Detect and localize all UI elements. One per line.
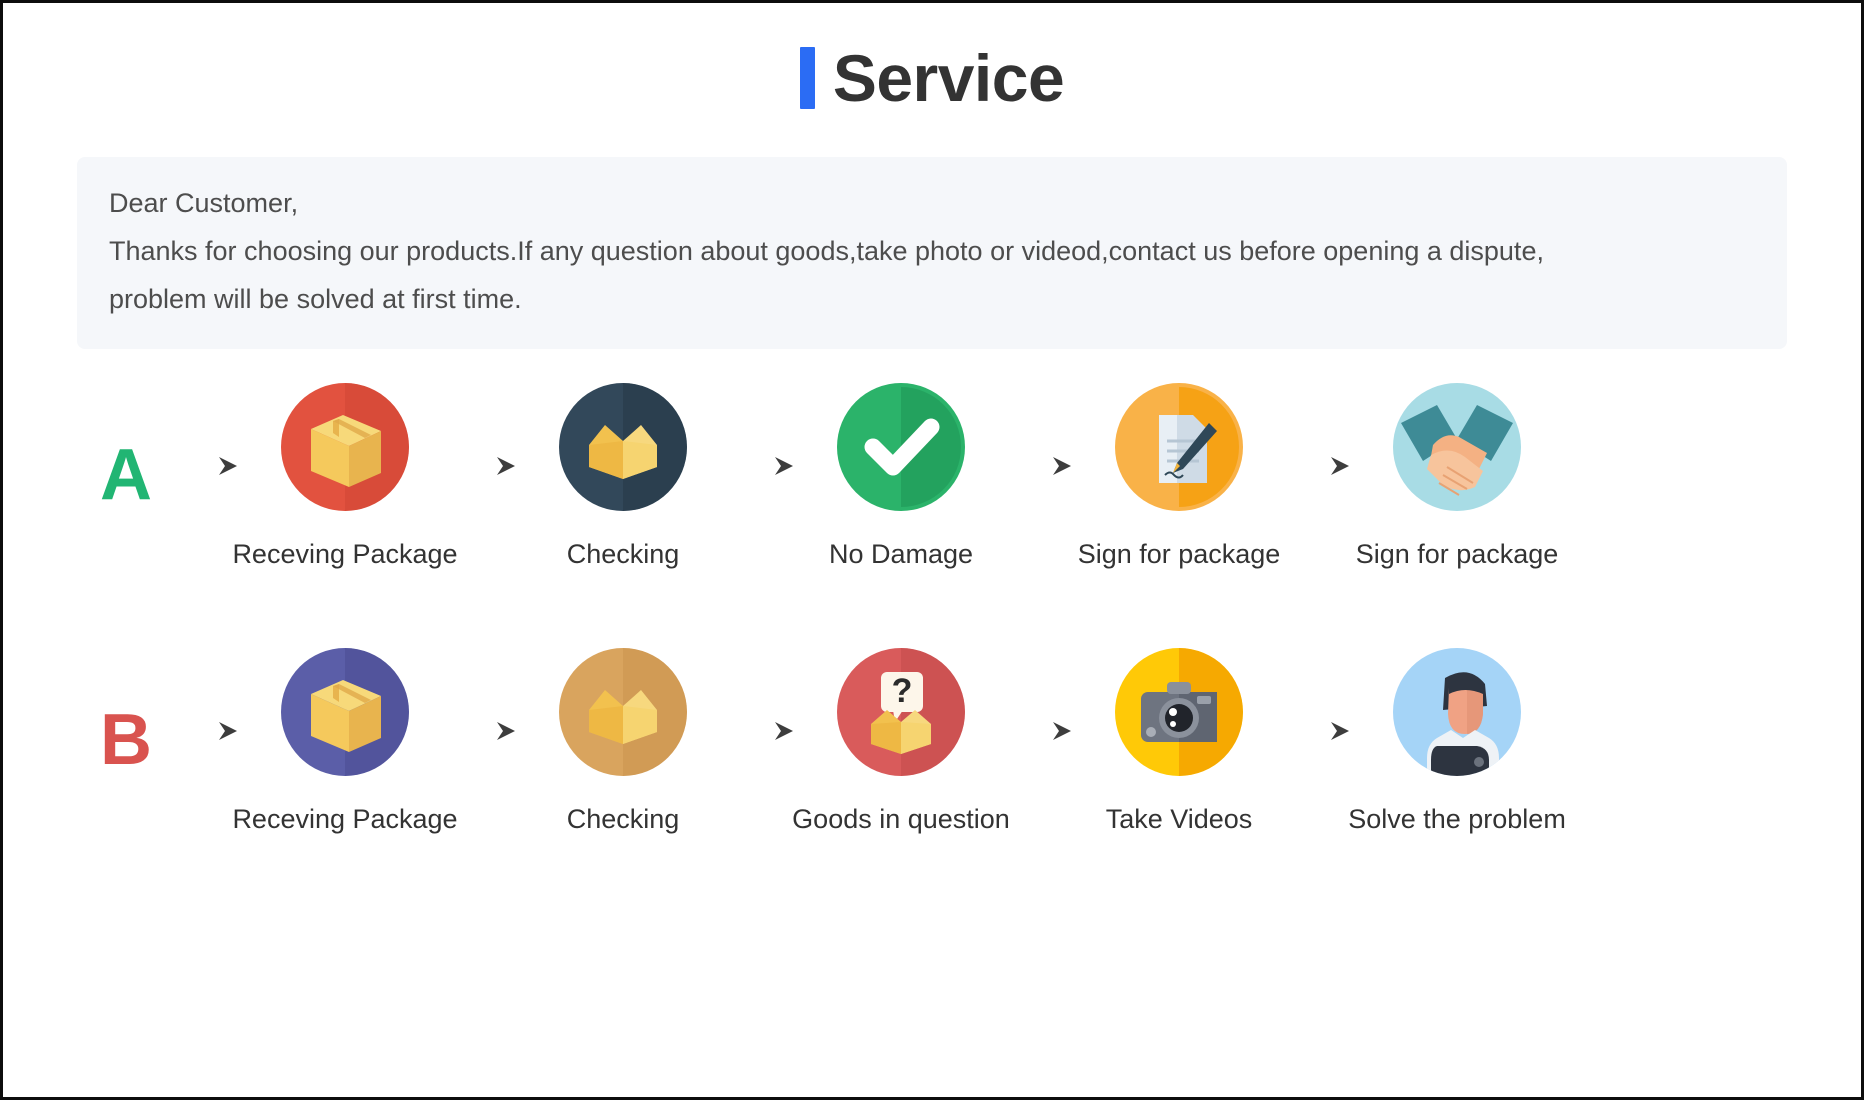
flow-step[interactable]: No Damage [803, 383, 999, 570]
arrow-right-icon [1277, 648, 1359, 742]
handshake-icon [1393, 383, 1521, 511]
check-mark-icon [837, 383, 965, 511]
arrow-right-icon [999, 383, 1081, 477]
flow-row-b: B Receving Package Checking ? Goods in q… [3, 648, 1861, 835]
flow-step-label: Sign for package [1355, 539, 1559, 569]
flow-step-label: Checking [566, 804, 680, 834]
title-accent-bar [799, 47, 815, 109]
document-pen-icon [1115, 383, 1243, 511]
flow-step[interactable]: Receving Package [232, 383, 458, 570]
flow-step-label: Take Videos [1105, 804, 1253, 834]
flow-letter-b: B [100, 700, 152, 780]
flow-letter-a: A [100, 435, 152, 515]
flow-step-label: Receving Package [232, 804, 458, 834]
flow-step[interactable]: Take Videos [1081, 648, 1277, 835]
package-box-icon [281, 383, 409, 511]
flow-step[interactable]: Checking [525, 383, 721, 570]
service-page: Service Dear Customer, Thanks for choosi… [0, 0, 1864, 1100]
page-title-text: Service [832, 41, 1065, 115]
arrow-right-icon [165, 648, 247, 742]
open-box-icon [559, 383, 687, 511]
page-title: Service [3, 3, 1861, 111]
flow-row-a: A Receving Package Checking No Damage Si… [3, 383, 1861, 570]
flow-step[interactable]: Receving Package [232, 648, 458, 835]
svg-text:?: ? [892, 672, 913, 710]
arrow-right-icon [721, 383, 803, 477]
flow-step[interactable]: Sign for package [1078, 383, 1280, 570]
notice-line-2: Thanks for choosing our products.If any … [109, 236, 1544, 266]
arrow-right-icon [1277, 383, 1359, 477]
arrow-right-icon [443, 383, 525, 477]
flow-step[interactable]: Checking [525, 648, 721, 835]
flow-step-label: Checking [566, 539, 680, 569]
package-box-icon [281, 648, 409, 776]
arrow-right-icon [999, 648, 1081, 742]
flow-step[interactable]: ? Goods in question [792, 648, 1010, 835]
support-person-icon [1393, 648, 1521, 776]
flow-step[interactable]: Solve the problem [1348, 648, 1566, 835]
arrow-right-icon [443, 648, 525, 742]
open-box-icon [559, 648, 687, 776]
flow-step-label: Goods in question [792, 804, 1010, 834]
notice-line-1: Dear Customer, [109, 188, 299, 218]
flow-step[interactable]: Sign for package [1356, 383, 1558, 570]
arrow-right-icon [165, 383, 247, 477]
camera-icon [1115, 648, 1243, 776]
flow-step-label: Sign for package [1077, 539, 1281, 569]
flow-step-label: Solve the problem [1348, 804, 1566, 834]
arrow-right-icon [721, 648, 803, 742]
notice-line-3: problem will be solved at first time. [109, 284, 522, 314]
flow-step-label: Receving Package [232, 539, 458, 569]
question-box-icon: ? [837, 648, 965, 776]
customer-notice-box: Dear Customer, Thanks for choosing our p… [77, 157, 1787, 349]
flow-step-label: No Damage [828, 539, 974, 569]
